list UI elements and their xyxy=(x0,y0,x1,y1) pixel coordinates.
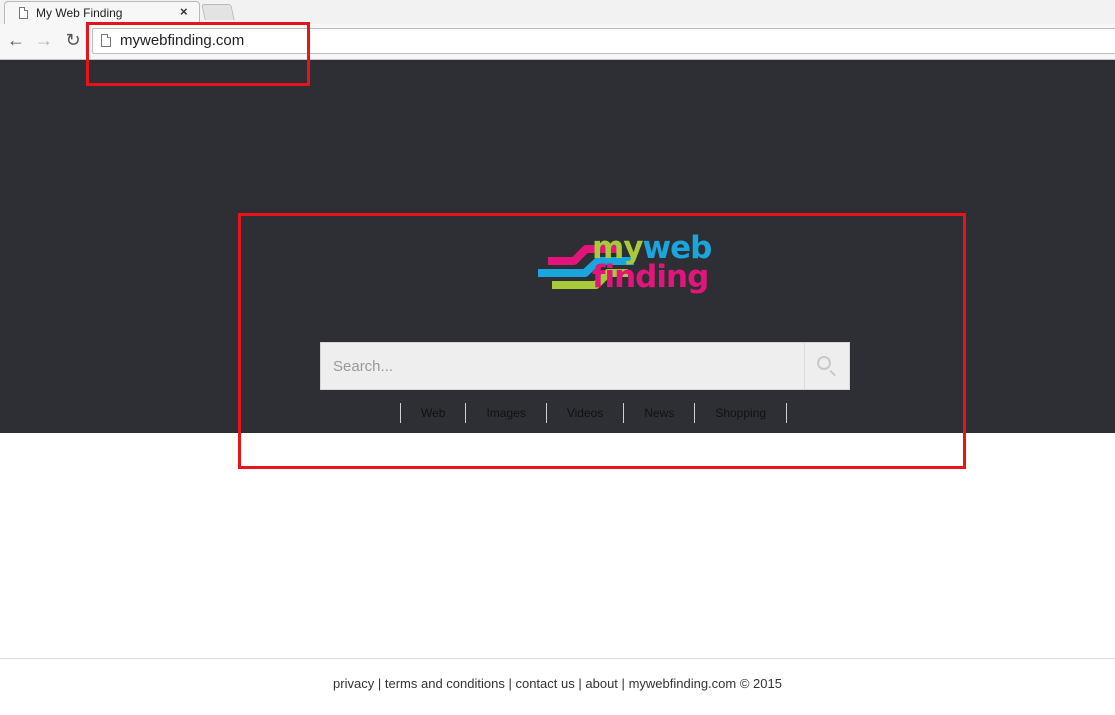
footer-separator: | xyxy=(621,676,625,691)
forward-button[interactable]: → xyxy=(34,30,54,50)
annotation-box-url xyxy=(86,22,310,86)
footer-separator: | xyxy=(508,676,512,691)
footer-separator: | xyxy=(578,676,582,691)
tab-title: My Web Finding xyxy=(36,6,123,20)
document-icon xyxy=(19,7,28,19)
annotation-box-search xyxy=(238,213,966,469)
back-arrow-icon: ← xyxy=(7,30,25,50)
footer-separator: | xyxy=(377,676,382,691)
footer-link-privacy[interactable]: privacy xyxy=(333,676,374,691)
close-tab-button[interactable]: × xyxy=(180,4,188,19)
tab-strip: My Web Finding × xyxy=(0,0,1115,24)
footer-links: privacy | terms and conditions | contact… xyxy=(0,676,1115,691)
browser-tab[interactable]: My Web Finding × xyxy=(4,1,200,24)
footer-link-contact[interactable]: contact us xyxy=(515,676,574,691)
new-tab-button[interactable] xyxy=(201,4,235,20)
forward-arrow-icon: → xyxy=(35,30,53,50)
back-button[interactable]: ← xyxy=(6,30,26,50)
footer-link-terms[interactable]: terms and conditions xyxy=(385,676,505,691)
footer: privacy | terms and conditions | contact… xyxy=(0,658,1115,715)
footer-link-about[interactable]: about xyxy=(585,676,618,691)
footer-copyright: mywebfinding.com © 2015 xyxy=(628,676,782,691)
reload-icon: ↻ xyxy=(65,30,81,50)
reload-button[interactable]: ↻ xyxy=(63,30,83,50)
